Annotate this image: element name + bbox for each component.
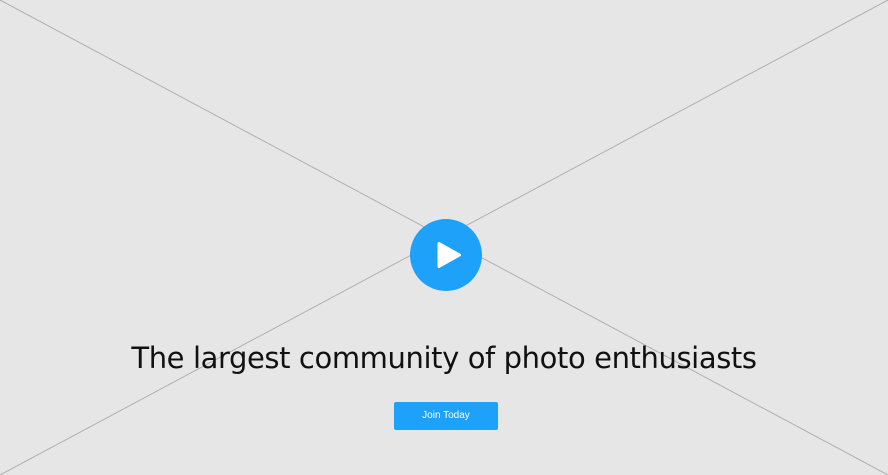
- hero-section: The largest community of photo enthusias…: [0, 0, 888, 475]
- play-icon: [437, 242, 461, 268]
- video-play-button[interactable]: [410, 219, 482, 291]
- hero-headline: The largest community of photo enthusias…: [131, 341, 757, 375]
- join-today-button[interactable]: Join Today: [394, 402, 498, 430]
